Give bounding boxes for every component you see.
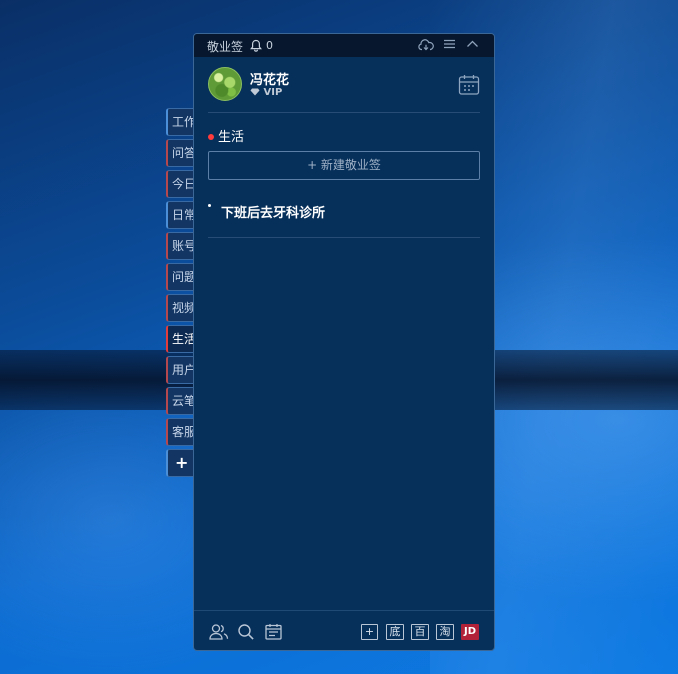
title-bar[interactable]: 敬业签 0 bbox=[194, 34, 494, 57]
menu-icon[interactable] bbox=[443, 38, 456, 53]
user-name: 冯花花 bbox=[250, 73, 290, 88]
add-tab-label: + bbox=[175, 453, 189, 472]
note-item[interactable]: 下班后去牙科诊所 bbox=[208, 202, 325, 221]
category-heading: 生活 bbox=[208, 126, 244, 145]
new-note-button[interactable]: + 新建敬业签 bbox=[208, 151, 480, 180]
calendar-icon[interactable] bbox=[458, 74, 480, 100]
notification-count: 0 bbox=[266, 39, 273, 52]
note-text: 下班后去牙科诊所 bbox=[221, 206, 326, 221]
shortcut-di-button[interactable]: 底 bbox=[386, 624, 404, 640]
note-window: 敬业签 0 冯花花 VIP 生活 + 新建敬业签 下班后去牙科诊所 + 底 百 … bbox=[193, 33, 495, 651]
search-icon[interactable] bbox=[237, 623, 255, 645]
contacts-icon[interactable] bbox=[209, 623, 229, 645]
add-shortcut-button[interactable]: + bbox=[361, 624, 378, 640]
divider bbox=[208, 237, 480, 238]
shortcut-jd-button[interactable]: JD bbox=[461, 624, 479, 640]
shortcut-taobao-button[interactable]: 淘 bbox=[436, 624, 454, 640]
vip-label: VIP bbox=[263, 87, 283, 98]
shortcut-baidu-button[interactable]: 百 bbox=[411, 624, 429, 640]
vip-badge: VIP bbox=[250, 87, 282, 98]
diamond-icon bbox=[250, 88, 260, 96]
user-info: 冯花花 VIP bbox=[208, 67, 482, 103]
footer-toolbar: + 底 百 淘 JD bbox=[194, 610, 494, 650]
cloud-sync-icon[interactable] bbox=[418, 38, 434, 54]
collapse-icon[interactable] bbox=[466, 38, 479, 53]
bell-icon[interactable] bbox=[250, 39, 262, 55]
avatar[interactable] bbox=[208, 67, 242, 101]
note-bullet bbox=[208, 204, 211, 207]
app-title: 敬业签 bbox=[207, 40, 244, 54]
category-name: 生活 bbox=[218, 130, 245, 145]
calendar-list-icon[interactable] bbox=[265, 623, 282, 644]
category-dot bbox=[208, 133, 214, 140]
divider bbox=[208, 112, 480, 113]
